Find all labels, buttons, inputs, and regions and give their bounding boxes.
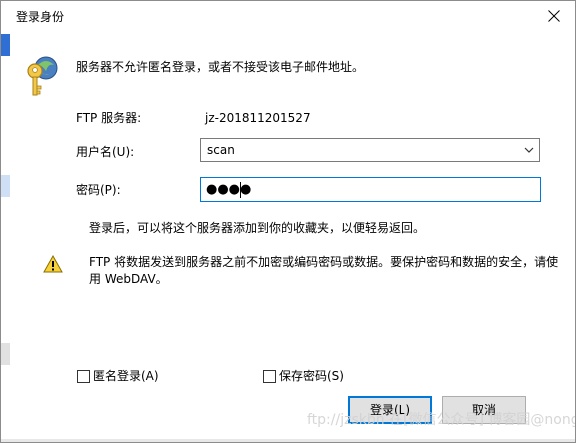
login-dialog: 登录身份 服务器不允许匿名登录，或者不接受该电子邮件地址。 FTP 服务器: j… [0,0,576,443]
username-label: 用户名(U): [76,145,135,159]
save-password-label: 保存密码(S) [279,369,344,383]
background-window-strip [1,343,10,365]
background-window-strip [1,175,10,197]
window-title: 登录身份 [16,10,65,24]
key-icon [27,56,58,96]
checkbox-box[interactable] [263,370,276,383]
save-password-checkbox[interactable]: 保存密码(S) [263,369,353,385]
password-label: 密码(P): [76,183,121,197]
ftp-server-value: jz-201811201527 [205,111,311,125]
anonymous-login-label: 匿名登录(A) [93,369,159,383]
username-value: scan [207,143,235,157]
anonymous-login-checkbox[interactable]: 匿名登录(A) [77,369,167,385]
password-mask: ●●●● [206,182,252,197]
checkbox-box[interactable] [77,370,90,383]
favorites-hint: 登录后，可以将这个服务器添加到你的收藏夹，以便轻易返回。 [89,221,426,235]
bottom-edge [1,439,575,442]
username-combobox[interactable]: scan [200,138,540,162]
ftp-server-label: FTP 服务器: [76,111,142,125]
title-bar: 登录身份 [1,1,575,33]
warning-icon [43,255,63,273]
background-window-strip [1,34,10,56]
login-button[interactable]: 登录(L) [348,396,432,424]
chevron-down-icon[interactable] [524,146,534,154]
password-field[interactable]: ●●●● [200,177,541,202]
cancel-button[interactable]: 取消 [442,396,526,424]
close-button[interactable] [539,3,569,29]
security-warning: FTP 将数据发送到服务器之前不加密或编码密码或数据。要保护密码和数据的安全，请… [89,255,559,286]
close-icon [548,10,560,22]
text-caret [240,182,241,198]
info-message: 服务器不允许匿名登录，或者不接受该电子邮件地址。 [76,60,365,74]
